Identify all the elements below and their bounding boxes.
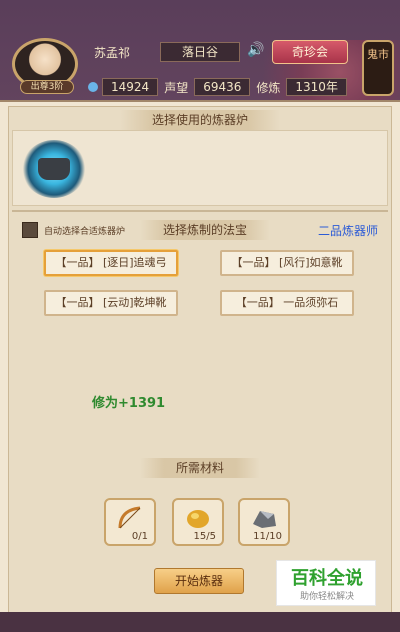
player-rank: 出尊3阶: [20, 80, 74, 94]
auto-select-label: 自动选择合适炼器炉: [44, 227, 126, 237]
bottom-nav: [0, 612, 400, 632]
player-name: 苏孟祁: [94, 46, 131, 60]
ghost-market-button[interactable]: 鬼市: [362, 40, 394, 96]
start-forge-button[interactable]: 开始炼器: [154, 568, 244, 594]
recipe-button[interactable]: 【一品】 [云动]乾坤靴: [44, 290, 178, 316]
materials-section-title: 所需材料: [140, 458, 260, 478]
treasure-fair-button[interactable]: 奇珍会: [272, 40, 348, 64]
material-count: 11/10: [253, 531, 282, 542]
stats-bar: 14924 声望 69436 修炼 1310年: [88, 78, 347, 96]
divider: [12, 210, 388, 212]
watermark-subtitle: 助你轻松解决: [299, 592, 354, 602]
watermark-title: 百科全说: [291, 568, 363, 589]
furnace-icon: [38, 158, 70, 180]
gold-ore-icon: [187, 510, 209, 528]
material-count: 15/5: [193, 531, 216, 542]
recipe-button[interactable]: 【一品】 [逐日]追魂弓: [44, 250, 178, 276]
speaker-icon[interactable]: 🔊: [244, 42, 268, 62]
cultivation-label: 修炼: [256, 80, 281, 95]
spirit-stone-value: 14924: [102, 78, 159, 96]
auto-select-checkbox[interactable]: [22, 222, 38, 238]
reputation-value: 69436: [194, 78, 251, 96]
material-slot[interactable]: 0/1: [104, 498, 156, 546]
cultivation-value: 1310年: [286, 78, 347, 96]
cultivation-gain: 修为+1391: [92, 396, 166, 411]
watermark: 百科全说 助你轻松解决: [276, 560, 376, 606]
iron-ore-icon: [253, 511, 276, 528]
location-label: 落日谷: [160, 42, 240, 62]
recipe-button[interactable]: 【一品】 一品须弥石: [220, 290, 354, 316]
game-screen: 出尊3阶 苏孟祁 落日谷 🔊 奇珍会 鬼市 14924 声望 69436 修炼 …: [0, 0, 400, 632]
material-slot[interactable]: 11/10: [238, 498, 290, 546]
spirit-stone-icon: [88, 82, 98, 92]
furnace-section-title: 选择使用的炼器炉: [120, 110, 280, 130]
smith-grade: 二品炼器师: [318, 224, 379, 238]
treasure-section-title: 选择炼制的法宝: [140, 220, 270, 240]
recipe-button[interactable]: 【一品】 [风行]如意靴: [220, 250, 354, 276]
ghost-market-label: 鬼市: [367, 48, 389, 61]
material-slot[interactable]: 15/5: [172, 498, 224, 546]
reputation-label: 声望: [164, 80, 189, 95]
bow-icon: [118, 506, 141, 529]
material-count: 0/1: [131, 531, 148, 542]
